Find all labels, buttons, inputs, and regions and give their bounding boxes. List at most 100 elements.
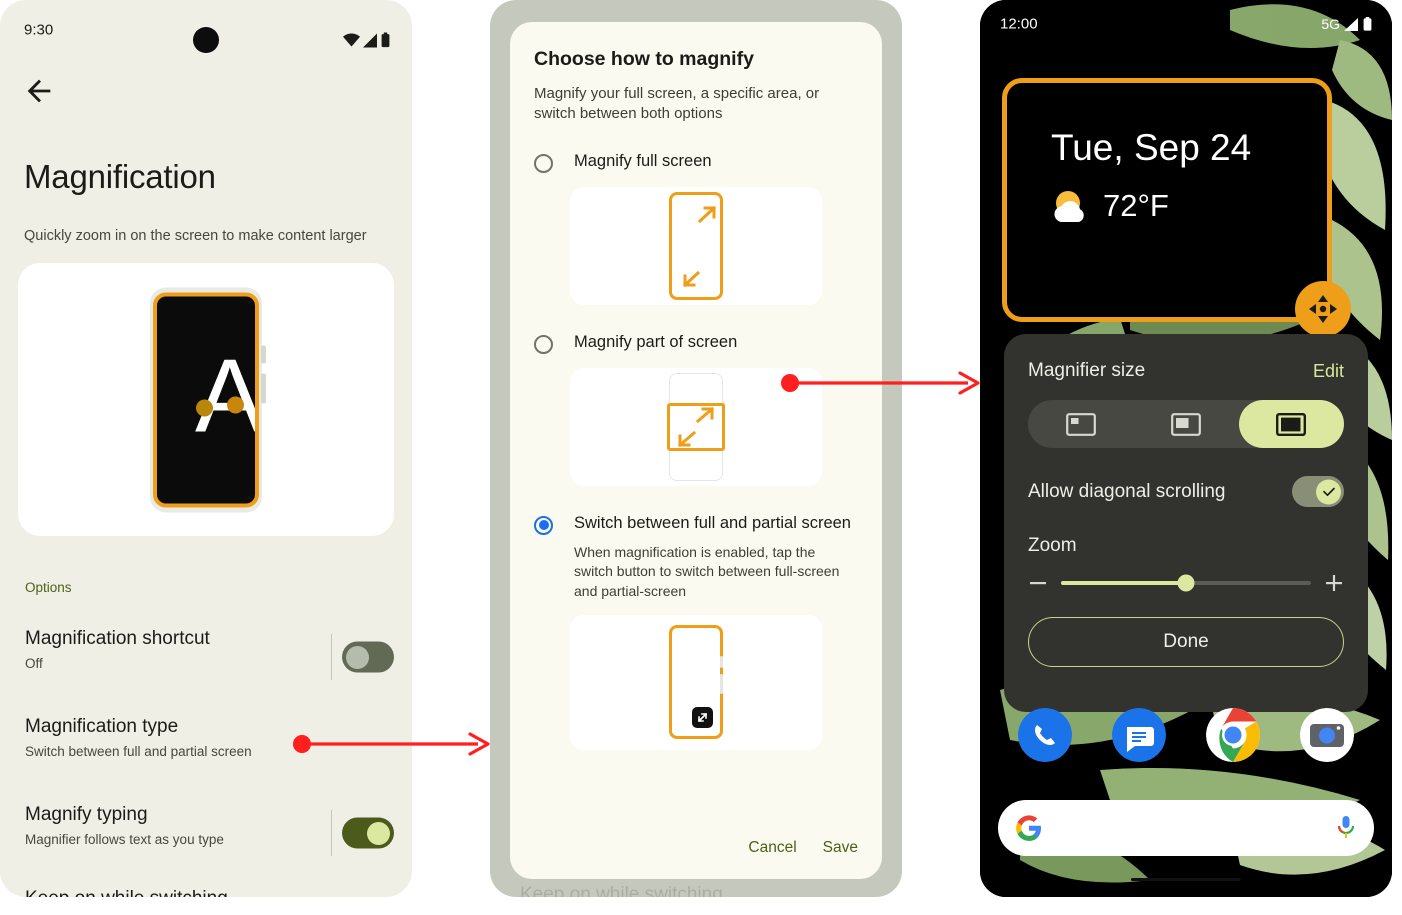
magnification-shortcut-toggle[interactable] xyxy=(342,641,394,673)
camera-punchhole-icon xyxy=(193,27,219,53)
edit-button[interactable]: Edit xyxy=(1313,361,1344,382)
toggle-knob xyxy=(1316,479,1341,504)
search-input[interactable] xyxy=(1054,819,1324,837)
preview-partial-screen xyxy=(570,367,822,486)
page-title: Magnification xyxy=(24,158,216,195)
widget-move-handle-button[interactable] xyxy=(1295,281,1351,337)
battery-icon xyxy=(381,32,390,48)
messages-app-icon[interactable] xyxy=(1112,708,1166,762)
option-magnify-full-screen[interactable]: Magnify full screen xyxy=(534,152,858,305)
size-small-icon xyxy=(1065,412,1096,436)
switch-button-chip xyxy=(692,707,713,729)
allow-diagonal-scrolling-toggle[interactable] xyxy=(1292,476,1344,507)
choose-how-to-magnify-screen: 9:30 Options Magnification shortcut Magn… xyxy=(490,0,902,897)
minus-icon[interactable] xyxy=(1028,573,1048,593)
size-small-button[interactable] xyxy=(1028,400,1133,448)
phone-illustration: A xyxy=(150,287,266,512)
save-button[interactable]: Save xyxy=(823,839,858,857)
row-magnification-shortcut[interactable]: Magnification shortcut Off xyxy=(0,622,412,692)
signal-icon xyxy=(363,33,377,47)
phone-side-button-large xyxy=(261,373,266,403)
row-subtitle: Switch between full and partial screen xyxy=(25,744,252,759)
sun-cloud-icon xyxy=(1054,191,1084,222)
size-medium-button[interactable] xyxy=(1133,400,1238,448)
back-arrow-icon xyxy=(27,79,51,103)
magnify-typing-toggle[interactable] xyxy=(342,817,394,849)
status-bar: 12:00 5G xyxy=(980,0,1392,48)
zoom-slider-track[interactable] xyxy=(1061,574,1311,592)
size-large-button[interactable] xyxy=(1238,400,1344,448)
widget-date: Tue, Sep 24 xyxy=(1051,127,1252,168)
navigation-pill[interactable] xyxy=(1131,878,1241,881)
magnified-letter: A xyxy=(195,338,259,454)
allow-diagonal-scrolling-label: Allow diagonal scrolling xyxy=(1028,480,1226,502)
radio-magnify-part-of-screen[interactable] xyxy=(534,334,553,354)
status-bar: 9:30 xyxy=(0,0,412,56)
toggle-knob xyxy=(367,821,390,845)
row-title: Magnification shortcut xyxy=(25,628,210,649)
move-handle-icon xyxy=(1309,295,1337,323)
magnification-type-dialog: Choose how to magnify Magnify your full … xyxy=(510,22,882,879)
phone-screen-illustration: A xyxy=(153,292,259,507)
resize-arrows-icon xyxy=(697,713,708,723)
zoom-label: Zoom xyxy=(1028,535,1077,556)
touch-dot-left-icon xyxy=(196,399,213,416)
google-g-icon xyxy=(1016,815,1041,841)
row-subtitle: Off xyxy=(25,656,43,671)
options-section-label: Options xyxy=(25,580,72,595)
plus-icon[interactable] xyxy=(1324,573,1344,593)
preview-full-screen xyxy=(570,186,822,305)
option-label: Switch between full and partial screen xyxy=(574,513,851,532)
ghost-row-4: Keep on while switching xyxy=(520,884,723,897)
done-button[interactable]: Done xyxy=(1028,617,1344,667)
camera-app-icon[interactable] xyxy=(1300,708,1354,762)
google-search-bar[interactable] xyxy=(998,800,1374,856)
option-switch-between-full-and-partial[interactable]: Switch between full and partial screen W… xyxy=(534,514,858,750)
option-magnify-part-of-screen[interactable]: Magnify part of screen xyxy=(534,333,858,486)
chrome-app-icon[interactable] xyxy=(1206,708,1260,762)
app-dock xyxy=(980,700,1392,770)
zoom-slider-thumb[interactable] xyxy=(1177,574,1195,592)
size-medium-icon xyxy=(1171,412,1201,436)
settings-magnification-screen: 9:30 Magnification Quickly zoom in on th… xyxy=(0,0,412,897)
status-bar-icons: 5G xyxy=(1321,16,1372,32)
phone-app-icon[interactable] xyxy=(1018,708,1072,762)
radio-magnify-full-screen[interactable] xyxy=(534,153,553,173)
cancel-button[interactable]: Cancel xyxy=(748,839,796,857)
row-divider xyxy=(331,634,332,680)
hero-illustration-card: A xyxy=(18,263,394,536)
magnifier-size-label: Magnifier size xyxy=(1028,360,1146,381)
battery-icon xyxy=(1363,17,1372,31)
zoom-slider-row xyxy=(1028,573,1344,593)
radio-switch-between[interactable] xyxy=(534,515,553,535)
expand-arrows-icon xyxy=(677,406,715,447)
magnifier-panel-header: Magnifier size Edit xyxy=(1028,360,1344,382)
status-bar-time: 9:30 xyxy=(24,21,54,39)
size-large-icon xyxy=(1276,412,1307,436)
option-label: Magnify part of screen xyxy=(574,332,738,351)
row-divider xyxy=(331,810,332,856)
row-keep-on-while-switching[interactable]: Keep on while switching xyxy=(25,888,228,897)
magnifier-size-segmented-control xyxy=(1028,400,1344,448)
at-a-glance-widget[interactable]: Tue, Sep 24 72°F xyxy=(1002,78,1351,337)
dialog-actions: Cancel Save xyxy=(748,839,858,857)
phone-side-button-small xyxy=(261,345,266,363)
screenshot-stage: 9:30 Magnification Quickly zoom in on th… xyxy=(0,0,1402,915)
mini-phone-switch xyxy=(669,625,723,740)
wifi-icon xyxy=(343,33,360,46)
zoom-slider-fill xyxy=(1061,581,1186,585)
dialog-title: Choose how to magnify xyxy=(534,48,754,70)
row-magnification-type[interactable]: Magnification type Switch between full a… xyxy=(0,710,412,780)
row-magnify-typing[interactable]: Magnify typing Magnifier follows text as… xyxy=(0,798,412,868)
back-button[interactable] xyxy=(22,74,56,108)
mini-phone-button-large xyxy=(720,674,723,695)
mini-phone-full-screen xyxy=(669,191,723,300)
status-bar-icons xyxy=(343,32,390,48)
signal-icon xyxy=(1344,17,1358,31)
toggle-knob xyxy=(346,645,369,669)
allow-diagonal-scrolling-row[interactable]: Allow diagonal scrolling xyxy=(1028,476,1344,507)
page-subtitle: Quickly zoom in on the screen to make co… xyxy=(24,228,367,244)
preview-switch-mode xyxy=(570,614,822,750)
microphone-icon[interactable] xyxy=(1336,815,1356,841)
partial-magnifier-box xyxy=(667,402,725,451)
